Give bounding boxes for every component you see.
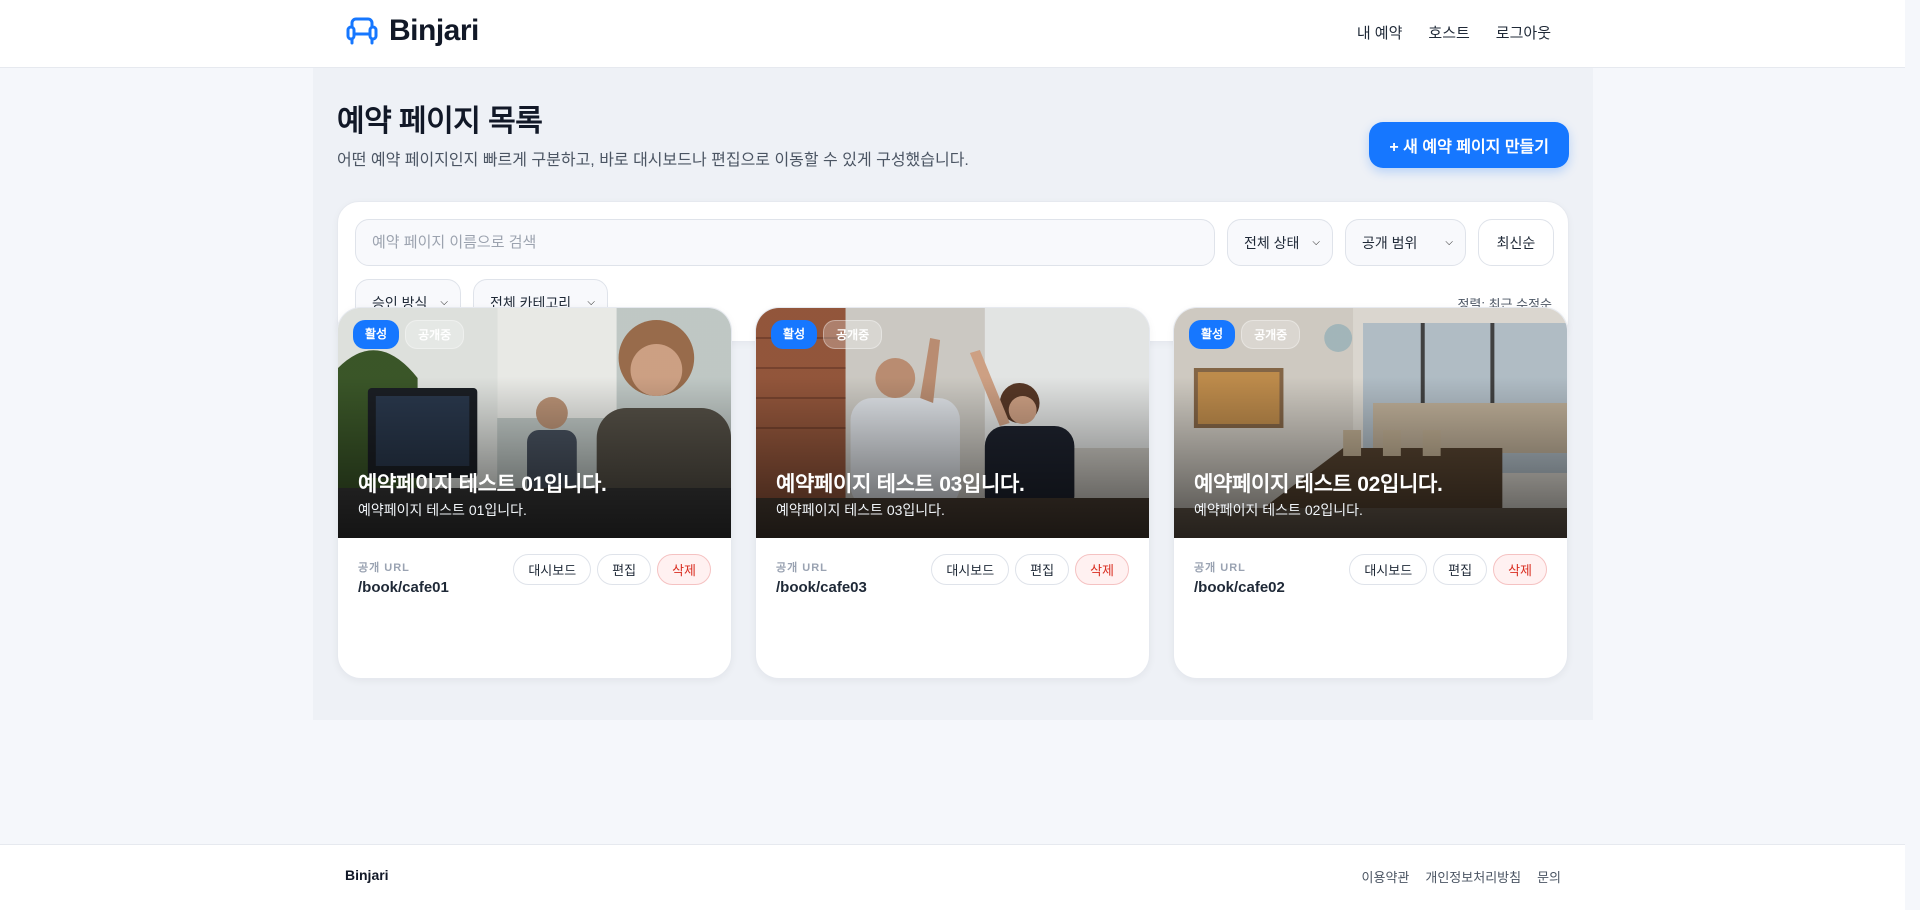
top-navbar: Binjari 내 예약 호스트 로그아웃 (0, 0, 1905, 68)
booking-card[interactable]: 활성 공개중 예약페이지 테스트 01입니다. 예약페이지 테스트 01입니다.… (337, 307, 732, 679)
dashboard-button[interactable]: 대시보드 (1349, 554, 1428, 585)
card-badges: 활성 공개중 (353, 320, 465, 349)
card-image: 활성 공개중 예약페이지 테스트 01입니다. 예약페이지 테스트 01입니다. (338, 308, 731, 538)
card-title: 예약페이지 테스트 03입니다. (776, 473, 1025, 496)
nav-logout[interactable]: 로그아웃 (1496, 22, 1551, 43)
chevron-down-icon: ⌵ (1312, 237, 1320, 248)
delete-button[interactable]: 삭제 (1075, 554, 1129, 585)
visibility-select-value: 공개 범위 (1362, 234, 1418, 251)
booking-card[interactable]: 활성 공개중 예약페이지 테스트 02입니다. 예약페이지 테스트 02입니다.… (1173, 307, 1568, 679)
page-subtitle: 어떤 예약 페이지인지 빠르게 구분하고, 바로 대시보드나 편집으로 이동할 … (337, 152, 969, 169)
public-url: /book/cafe01 (358, 579, 449, 596)
url-label: 공개 URL (358, 562, 410, 574)
delete-button[interactable]: 삭제 (657, 554, 711, 585)
chevron-down-icon: ⌵ (1445, 237, 1453, 248)
page-title: 예약 페이지 목록 (337, 105, 543, 138)
nav-host[interactable]: 호스트 (1428, 22, 1469, 43)
card-description: 예약페이지 테스트 03입니다. (776, 502, 945, 518)
card-image: 활성 공개중 예약페이지 테스트 03입니다. 예약페이지 테스트 03입니다. (756, 308, 1149, 538)
card-badges: 활성 공개중 (1189, 320, 1301, 349)
card-image: 활성 공개중 예약페이지 테스트 02입니다. 예약페이지 테스트 02입니다. (1174, 308, 1567, 538)
status-badge: 활성 (353, 320, 400, 349)
url-label: 공개 URL (776, 562, 828, 574)
new-booking-page-button[interactable]: + 새 예약 페이지 만들기 (1369, 122, 1569, 168)
card-actions: 대시보드 편집 삭제 (1349, 554, 1547, 585)
booking-card[interactable]: 활성 공개중 예약페이지 테스트 03입니다. 예약페이지 테스트 03입니다.… (755, 307, 1150, 679)
visibility-badge: 공개중 (823, 320, 883, 349)
card-title: 예약페이지 테스트 01입니다. (358, 473, 607, 496)
footer-links: 이용약관 개인정보처리방침 문의 (1362, 867, 1561, 886)
delete-button[interactable]: 삭제 (1493, 554, 1547, 585)
card-description: 예약페이지 테스트 01입니다. (358, 502, 527, 518)
edit-button[interactable]: 편집 (1015, 554, 1070, 585)
edit-button[interactable]: 편집 (597, 554, 652, 585)
status-badge: 활성 (1189, 320, 1236, 349)
dashboard-button[interactable]: 대시보드 (513, 554, 592, 585)
card-actions: 대시보드 편집 삭제 (513, 554, 711, 585)
public-url: /book/cafe02 (1194, 579, 1285, 596)
status-select-value: 전체 상태 (1244, 234, 1300, 251)
footer: Binjari 이용약관 개인정보처리방침 문의 (0, 844, 1905, 910)
status-badge: 활성 (771, 320, 818, 349)
card-actions: 대시보드 편집 삭제 (931, 554, 1129, 585)
status-select[interactable]: 전체 상태 ⌵ (1227, 219, 1333, 266)
public-url: /book/cafe03 (776, 579, 867, 596)
edit-button[interactable]: 편집 (1433, 554, 1488, 585)
visibility-select[interactable]: 공개 범위 ⌵ (1345, 219, 1466, 266)
url-label: 공개 URL (1194, 562, 1246, 574)
visibility-badge: 공개중 (405, 320, 465, 349)
footer-link-terms[interactable]: 이용약관 (1362, 867, 1410, 886)
footer-link-contact[interactable]: 문의 (1537, 867, 1561, 886)
visibility-badge: 공개중 (1241, 320, 1301, 349)
brand-name: Binjari (389, 14, 479, 47)
footer-brand: Binjari (345, 867, 389, 883)
nav-my-bookings[interactable]: 내 예약 (1357, 22, 1403, 43)
sofa-icon (345, 14, 379, 48)
sort-button[interactable]: 최신순 (1478, 219, 1554, 266)
card-title: 예약페이지 테스트 02입니다. (1194, 473, 1443, 496)
card-description: 예약페이지 테스트 02입니다. (1194, 502, 1363, 518)
top-nav: 내 예약 호스트 로그아웃 (1357, 22, 1551, 43)
dashboard-button[interactable]: 대시보드 (931, 554, 1010, 585)
footer-link-privacy[interactable]: 개인정보처리방침 (1425, 867, 1521, 886)
brand-logo[interactable]: Binjari (345, 14, 479, 48)
card-badges: 활성 공개중 (771, 320, 883, 349)
search-input[interactable] (355, 219, 1215, 266)
